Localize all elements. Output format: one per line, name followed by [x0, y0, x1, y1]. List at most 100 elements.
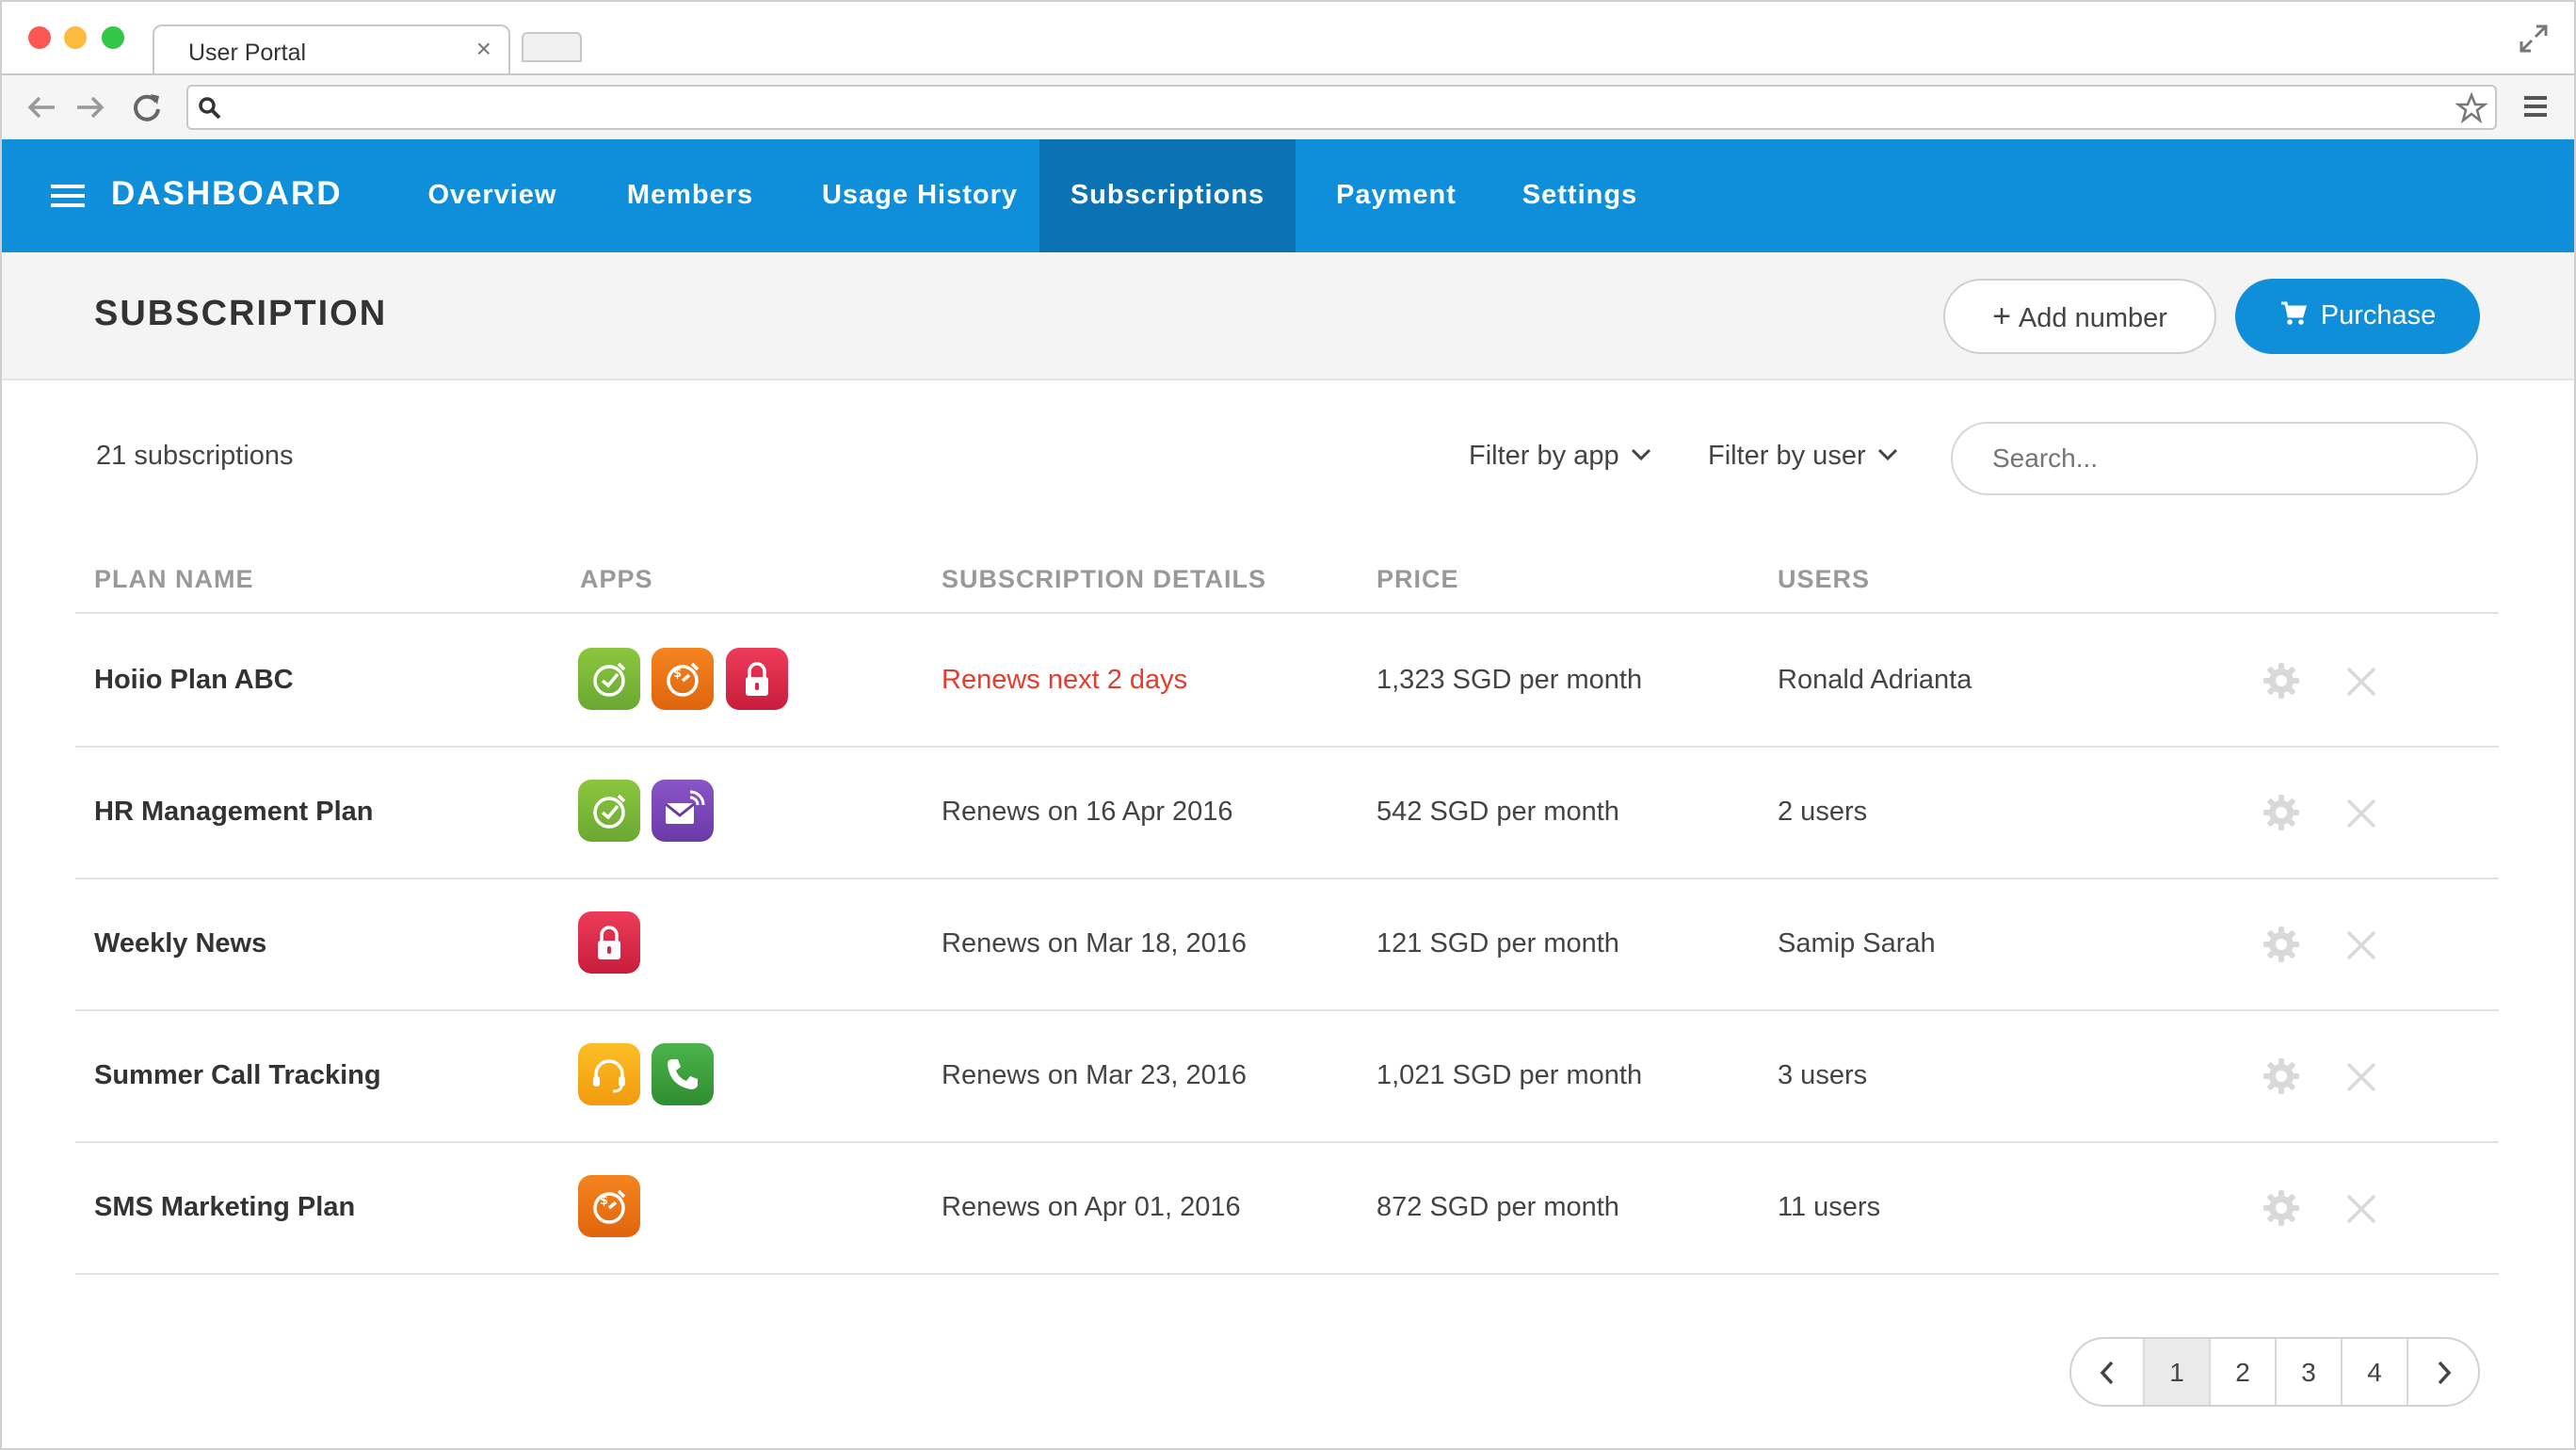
nav-item-payment[interactable]: Payment [1312, 139, 1480, 252]
nav-item-members[interactable]: Members [604, 139, 776, 252]
pagination: 1 2 3 4 [2069, 1337, 2480, 1407]
maximize-window-button[interactable] [102, 26, 124, 49]
browser-tab[interactable]: User Portal × [153, 24, 510, 73]
column-header-subscription-details: SUBSCRIPTION DETAILS [942, 565, 1267, 593]
clock-app-icon [578, 780, 640, 842]
column-header-plan-name: PLAN NAME [94, 565, 254, 593]
gear-icon[interactable] [2262, 925, 2301, 964]
table-divider [75, 1273, 2499, 1275]
mail-app-icon [652, 780, 715, 842]
table-row[interactable]: HR Management Plan Renews on 16 Apr 2016… [2, 746, 2574, 878]
headset-app-icon [578, 1043, 640, 1105]
price: 121 SGD per month [1377, 928, 1619, 959]
filter-by-user-dropdown[interactable]: Filter by user [1708, 441, 1900, 472]
page-button[interactable]: 2 [2209, 1339, 2275, 1405]
hamburger-menu-icon[interactable] [49, 181, 87, 211]
plan-name: SMS Marketing Plan [94, 1192, 356, 1222]
chevron-left-icon [2100, 1361, 2114, 1385]
users: 3 users [1778, 1060, 1868, 1090]
column-header-users: USERS [1778, 565, 1871, 593]
price: 1,021 SGD per month [1377, 1060, 1643, 1090]
column-header-apps: APPS [580, 565, 653, 593]
fullscreen-icon[interactable] [2518, 23, 2550, 55]
column-header-price: PRICE [1377, 565, 1459, 593]
filter-by-app-label: Filter by app [1469, 441, 1619, 471]
plan-name: Weekly News [94, 928, 267, 959]
gear-icon[interactable] [2262, 1188, 2301, 1228]
tab-title: User Portal [188, 40, 307, 66]
purchase-label: Purchase [2320, 300, 2437, 330]
subscription-details: Renews on 16 Apr 2016 [942, 797, 1233, 827]
gear-icon[interactable] [2262, 1056, 2301, 1096]
subscription-details: Renews on Apr 01, 2016 [942, 1192, 1241, 1222]
dollar-timer-app-icon: $ [578, 1175, 640, 1237]
plus-icon: + [1992, 298, 2011, 334]
browser-window: User Portal × DASHBOARD Overview Members… [0, 0, 2576, 1450]
lock-app-icon [725, 648, 788, 710]
chevron-down-icon [1631, 449, 1650, 461]
apps-cell: $ [578, 1175, 648, 1239]
page-button[interactable]: 4 [2341, 1339, 2407, 1405]
price: 542 SGD per month [1377, 797, 1619, 827]
cart-icon [2280, 301, 2307, 326]
plan-name: HR Management Plan [94, 797, 374, 827]
price: 1,323 SGD per month [1377, 665, 1643, 695]
nav-item-settings[interactable]: Settings [1499, 139, 1661, 252]
gear-icon[interactable] [2262, 793, 2301, 832]
apps-cell [578, 911, 648, 975]
table-row[interactable]: Summer Call Tracking Renews on Mar 23, 2… [2, 1009, 2574, 1141]
users: 2 users [1778, 797, 1868, 827]
reload-icon[interactable] [128, 89, 166, 126]
users: 11 users [1778, 1192, 1881, 1222]
minimize-window-button[interactable] [64, 26, 87, 49]
next-page-button[interactable] [2407, 1339, 2478, 1405]
nav-item-subscriptions[interactable]: Subscriptions [1039, 139, 1296, 252]
plan-name: Summer Call Tracking [94, 1060, 381, 1090]
search-input[interactable] [1951, 422, 2478, 495]
apps-cell [578, 1043, 721, 1107]
gear-icon[interactable] [2262, 661, 2301, 701]
bookmark-star-icon[interactable] [2455, 92, 2487, 124]
chevron-down-icon [1877, 449, 1897, 461]
add-number-button[interactable]: + Add number [1943, 279, 2216, 354]
clock-app-icon [578, 648, 640, 710]
purchase-button[interactable]: Purchase [2235, 279, 2480, 354]
svg-text:$: $ [600, 1194, 608, 1208]
close-icon[interactable] [2343, 1058, 2380, 1096]
plan-name: Hoiio Plan ABC [94, 665, 294, 695]
page-button[interactable]: 3 [2275, 1339, 2341, 1405]
chevron-right-icon [2438, 1361, 2452, 1385]
tab-close-icon[interactable]: × [476, 34, 491, 64]
close-icon[interactable] [2343, 795, 2380, 832]
subscription-details: Renews on Mar 18, 2016 [942, 928, 1248, 959]
table-row[interactable]: SMS Marketing Plan $ Renews on Apr 01, 2… [2, 1141, 2574, 1273]
address-bar[interactable] [186, 85, 2497, 130]
table-row[interactable]: Hoiio Plan ABC $ Renews next 2 days 1,32… [2, 614, 2574, 746]
svg-text:$: $ [673, 667, 682, 681]
lock-app-icon [578, 911, 640, 974]
close-icon[interactable] [2343, 926, 2380, 964]
nav-item-overview[interactable]: Overview [407, 139, 578, 252]
add-number-label: Add number [2018, 303, 2167, 333]
browser-menu-icon[interactable] [2521, 92, 2550, 121]
close-window-button[interactable] [28, 26, 51, 49]
apps-cell [578, 780, 721, 844]
subscription-details: Renews on Mar 23, 2016 [942, 1060, 1248, 1090]
dollar-timer-app-icon: $ [652, 648, 715, 710]
users: Samip Sarah [1778, 928, 1936, 959]
filter-by-app-dropdown[interactable]: Filter by app [1469, 441, 1653, 472]
nav-item-usage-history[interactable]: Usage History [804, 139, 1036, 252]
page-title: SUBSCRIPTION [94, 294, 388, 333]
previous-page-button[interactable] [2071, 1339, 2143, 1405]
phone-app-icon [652, 1043, 715, 1105]
users: Ronald Adrianta [1778, 665, 1972, 695]
forward-arrow-icon[interactable] [72, 89, 109, 126]
close-icon[interactable] [2343, 663, 2380, 701]
page-button[interactable]: 1 [2143, 1339, 2209, 1405]
table-row[interactable]: Weekly News Renews on Mar 18, 2016 121 S… [2, 878, 2574, 1009]
new-tab-button[interactable] [522, 32, 582, 62]
brand-title[interactable]: DASHBOARD [111, 175, 343, 213]
back-arrow-icon[interactable] [23, 89, 60, 126]
close-icon[interactable] [2343, 1190, 2380, 1228]
tab-bar: User Portal × [2, 2, 2574, 73]
